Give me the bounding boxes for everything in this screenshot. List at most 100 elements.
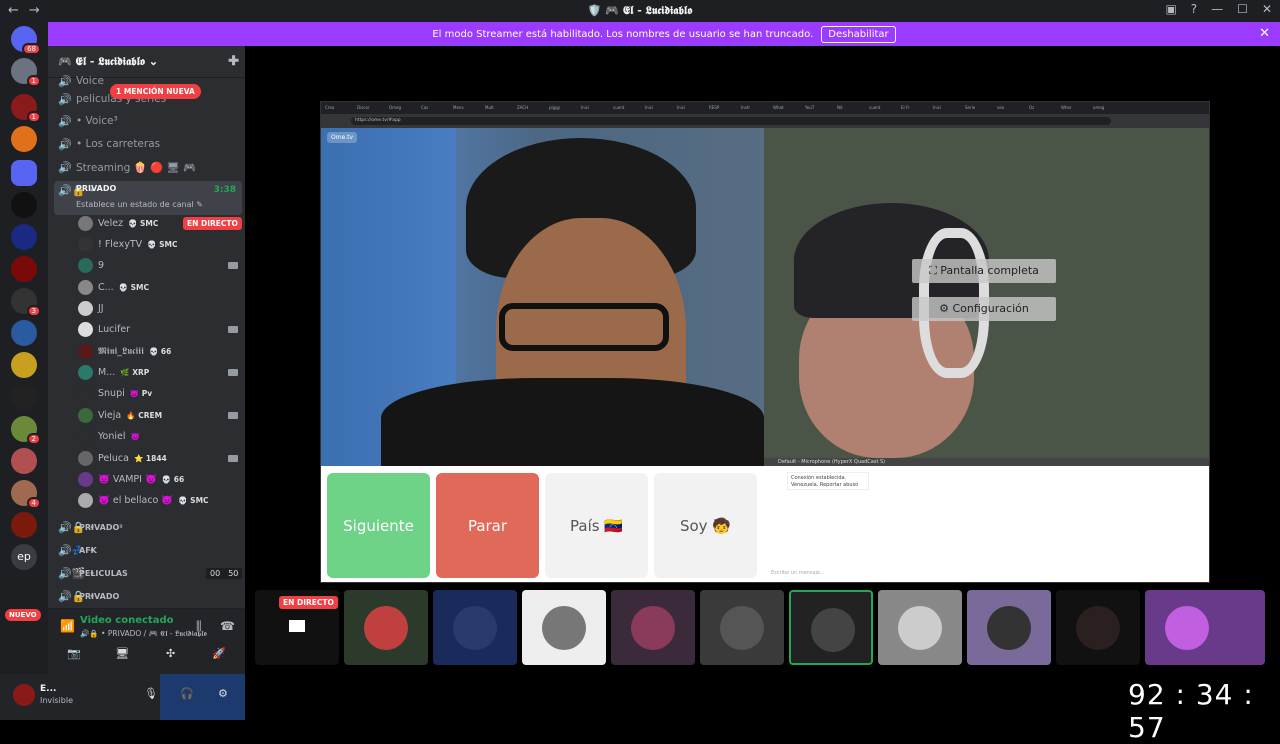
- fullscreen-menu-item[interactable]: ⛶ Pantalla completa: [912, 259, 1056, 283]
- channel-afk[interactable]: 🔊💤 • AFK: [58, 541, 97, 559]
- activities-button[interactable]: ✣: [151, 647, 191, 667]
- server-icon[interactable]: [11, 192, 37, 218]
- voice-user[interactable]: 𝕸𝖎𝖓𝖎_𝕷𝖚𝖈𝖎𝖎𝖎 💀 66: [78, 341, 171, 361]
- browser-tab[interactable]: What: [773, 102, 803, 114]
- voice-user[interactable]: Velez 💀 SMC: [78, 213, 158, 233]
- microphone-icon[interactable]: 🎙: [144, 687, 158, 700]
- voice-user[interactable]: M... 🌿 XRP: [78, 362, 149, 382]
- voice-user[interactable]: ! FlexyTV 💀 SMC: [78, 234, 177, 254]
- banner-close-icon[interactable]: ✕: [1259, 26, 1270, 41]
- new-mention-pill[interactable]: 1 MENCIÓN NUEVA: [110, 84, 201, 99]
- browser-tab[interactable]: Inici: [645, 102, 675, 114]
- microphone-select[interactable]: Default - Microphone (HyperX QuadCast S): [764, 458, 1209, 466]
- browser-tab[interactable]: RESP: [709, 102, 739, 114]
- folder-icon[interactable]: [11, 160, 37, 186]
- maximize-button[interactable]: ☐: [1237, 2, 1248, 16]
- disable-streamer-button[interactable]: Deshabilitar: [821, 25, 896, 43]
- participant-tile[interactable]: [433, 590, 517, 665]
- voice-location[interactable]: 🔊🔒 • PRIVADO / 🎮 𝕰𝖑 - 𝕷𝖚𝖈𝖎𝖉𝖎𝖆𝖇𝖑𝖔: [80, 629, 207, 639]
- avatar[interactable]: [13, 684, 35, 706]
- browser-tab[interactable]: cuent: [869, 102, 899, 114]
- browser-tab[interactable]: ZACH: [517, 102, 547, 114]
- voice-user[interactable]: Vieja 🔥 CREM: [78, 405, 162, 425]
- user-name[interactable]: E...: [40, 684, 56, 694]
- channel-streaming[interactable]: 🔊 Streaming 🍿 🔴 🖥 🎮: [58, 158, 196, 176]
- voice-user[interactable]: Snupi 👿 Pv: [78, 383, 152, 403]
- server-icon[interactable]: [11, 384, 37, 410]
- voice-user[interactable]: 👿 el bellaco 👿 💀 SMC: [78, 490, 209, 510]
- address-bar[interactable]: https://ome.tv/#app: [351, 117, 1111, 125]
- minimize-button[interactable]: —: [1211, 2, 1223, 16]
- browser-tab[interactable]: Cas: [421, 102, 451, 114]
- server-icon[interactable]: [11, 448, 37, 474]
- browser-tab[interactable]: Nit: [837, 102, 867, 114]
- signal-icon[interactable]: 📶: [60, 619, 75, 633]
- screen-share-button[interactable]: 🖥: [102, 647, 142, 667]
- channel-privado2[interactable]: 🔊🔒 • PRIVADO²: [58, 518, 123, 536]
- browser-tab[interactable]: Discor: [357, 102, 387, 114]
- channel-privado-active[interactable]: 🔊🔒 • PRIVADO 3:38 Establece un estado de…: [54, 181, 242, 215]
- participant-tile[interactable]: [522, 590, 606, 665]
- browser-tab[interactable]: Mens: [453, 102, 483, 114]
- server-icon[interactable]: [11, 224, 37, 250]
- server-icon[interactable]: [11, 352, 37, 378]
- channel-status-hint[interactable]: Establece un estado de canal ✎: [76, 200, 203, 209]
- browser-tab[interactable]: El Fr: [901, 102, 931, 114]
- voice-user[interactable]: Lucifer: [78, 319, 135, 339]
- streamed-browser-window[interactable]: Crea Discor Omeg Cas Mens Mult ZACH piggy Inici c…: [320, 101, 1210, 583]
- gender-button[interactable]: Soy 🧒: [654, 473, 757, 578]
- voice-user[interactable]: 👿 VAMPI 👿 💀 66: [78, 469, 184, 489]
- server-icon[interactable]: 3: [11, 288, 41, 317]
- add-member-icon[interactable]: ✚: [228, 54, 239, 69]
- streamer-mode-icon[interactable]: ▣: [1165, 2, 1176, 16]
- browser-tab[interactable]: Inici: [581, 102, 611, 114]
- channel-voice3[interactable]: 🔊 • Voice³: [58, 112, 118, 130]
- country-button[interactable]: País 🇻🇪: [545, 473, 648, 578]
- headphones-icon[interactable]: 🎧: [180, 687, 194, 700]
- gear-icon[interactable]: ⚙: [218, 687, 228, 700]
- help-icon[interactable]: ?: [1191, 2, 1197, 16]
- browser-tab[interactable]: Mult: [485, 102, 515, 114]
- server-icon[interactable]: [11, 126, 37, 152]
- server-icon[interactable]: 4: [11, 480, 41, 509]
- participant-tile[interactable]: [1145, 590, 1265, 665]
- browser-tab[interactable]: omeg: [1093, 102, 1123, 114]
- soundboard-button[interactable]: 🚀: [199, 647, 239, 667]
- participant-tile-speaking[interactable]: [789, 590, 873, 665]
- home-discord-icon[interactable]: 68: [11, 26, 41, 55]
- channel-carreteras[interactable]: 🔊 • Los carreteras: [58, 135, 160, 153]
- server-icon[interactable]: [11, 256, 37, 282]
- server-icon[interactable]: 1: [11, 58, 41, 87]
- browser-tab[interactable]: Oz: [1029, 102, 1059, 114]
- participant-tile[interactable]: [967, 590, 1051, 665]
- close-window-button[interactable]: ✕: [1262, 2, 1272, 16]
- disconnect-icon[interactable]: ☎: [220, 619, 235, 633]
- channel-peliculas-2[interactable]: 🔊🎬 • PELICULAS 00 50: [58, 564, 243, 582]
- next-button[interactable]: Siguiente: [327, 473, 430, 578]
- participant-tile[interactable]: [344, 590, 428, 665]
- settings-menu-item[interactable]: ⚙ Configuración: [912, 297, 1056, 321]
- browser-tab[interactable]: Inici: [933, 102, 963, 114]
- channel-privado-3[interactable]: 🔊🔒 • PRIVADO: [58, 587, 119, 605]
- browser-tab[interactable]: Instr: [741, 102, 771, 114]
- participant-tile[interactable]: [1056, 590, 1140, 665]
- server-icon[interactable]: 1: [11, 94, 41, 123]
- browser-tab[interactable]: Omeg: [389, 102, 419, 114]
- browser-tab[interactable]: Serie: [965, 102, 995, 114]
- server-icon[interactable]: [11, 512, 37, 538]
- browser-tab[interactable]: sea: [997, 102, 1027, 114]
- participant-tile[interactable]: [611, 590, 695, 665]
- voice-status[interactable]: Video conectado: [80, 615, 173, 626]
- chat-input[interactable]: Escribe un mensaje...: [771, 570, 825, 576]
- browser-tab[interactable]: Wher: [1061, 102, 1091, 114]
- report-abuse-link[interactable]: Venezuela. Reportar abuso: [791, 482, 865, 489]
- voice-user[interactable]: Yoniel 👿: [78, 426, 140, 446]
- noise-suppression-icon[interactable]: ⫼: [196, 619, 202, 634]
- voice-user[interactable]: 9: [78, 255, 109, 275]
- browser-tab[interactable]: Crea: [325, 102, 355, 114]
- voice-user[interactable]: C... 💀 SMC: [78, 277, 149, 297]
- camera-button[interactable]: 📷: [54, 647, 94, 667]
- browser-tab[interactable]: piggy: [549, 102, 579, 114]
- server-icon[interactable]: [11, 320, 37, 346]
- browser-tab[interactable]: YouT: [805, 102, 835, 114]
